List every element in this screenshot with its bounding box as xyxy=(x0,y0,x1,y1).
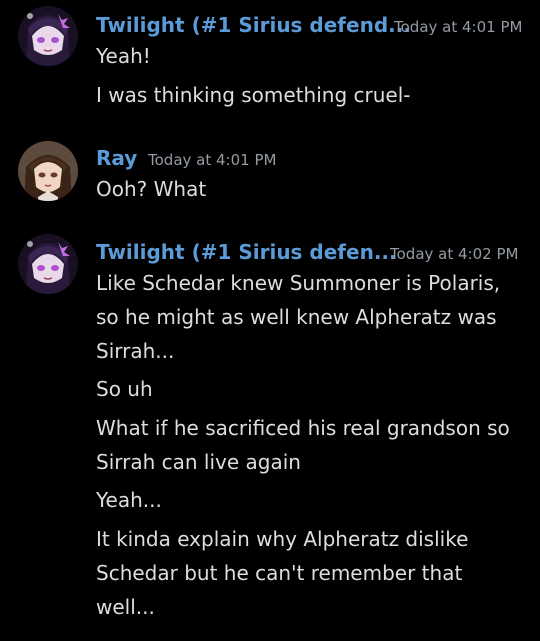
username[interactable]: Twilight (#1 Sirius defend... xyxy=(96,10,411,40)
message-text: so he might as well knew Alpheratz was xyxy=(96,305,497,329)
timestamp[interactable]: Today at 4:01 PM xyxy=(394,12,522,42)
avatar[interactable] xyxy=(18,6,78,66)
username[interactable]: Ray xyxy=(96,143,137,173)
message-text: Yeah! xyxy=(96,44,151,68)
message-text: Ooh? What xyxy=(96,177,207,201)
message-text: What if he sacrificed his real grandson … xyxy=(96,416,510,440)
timestamp[interactable]: Today at 4:02 PM xyxy=(390,239,518,269)
message-text: Yeah... xyxy=(96,488,162,512)
avatar[interactable] xyxy=(18,141,78,201)
message-text: Sirrah can live again xyxy=(96,450,301,474)
message-text: Like Schedar knew Summoner is Polaris, xyxy=(96,271,501,295)
message-text: well... xyxy=(96,595,155,619)
avatar[interactable] xyxy=(18,234,78,294)
message-text: I was thinking something cruel- xyxy=(96,83,411,107)
message-text: Sirrah... xyxy=(96,339,175,363)
message-text: It kinda explain why Alpheratz dislike xyxy=(96,527,469,551)
message-text: Schedar but he can't remember that xyxy=(96,561,463,585)
username[interactable]: Twilight (#1 Sirius defen... xyxy=(96,237,397,267)
message-text: So uh xyxy=(96,377,153,401)
timestamp[interactable]: Today at 4:01 PM xyxy=(148,145,276,175)
